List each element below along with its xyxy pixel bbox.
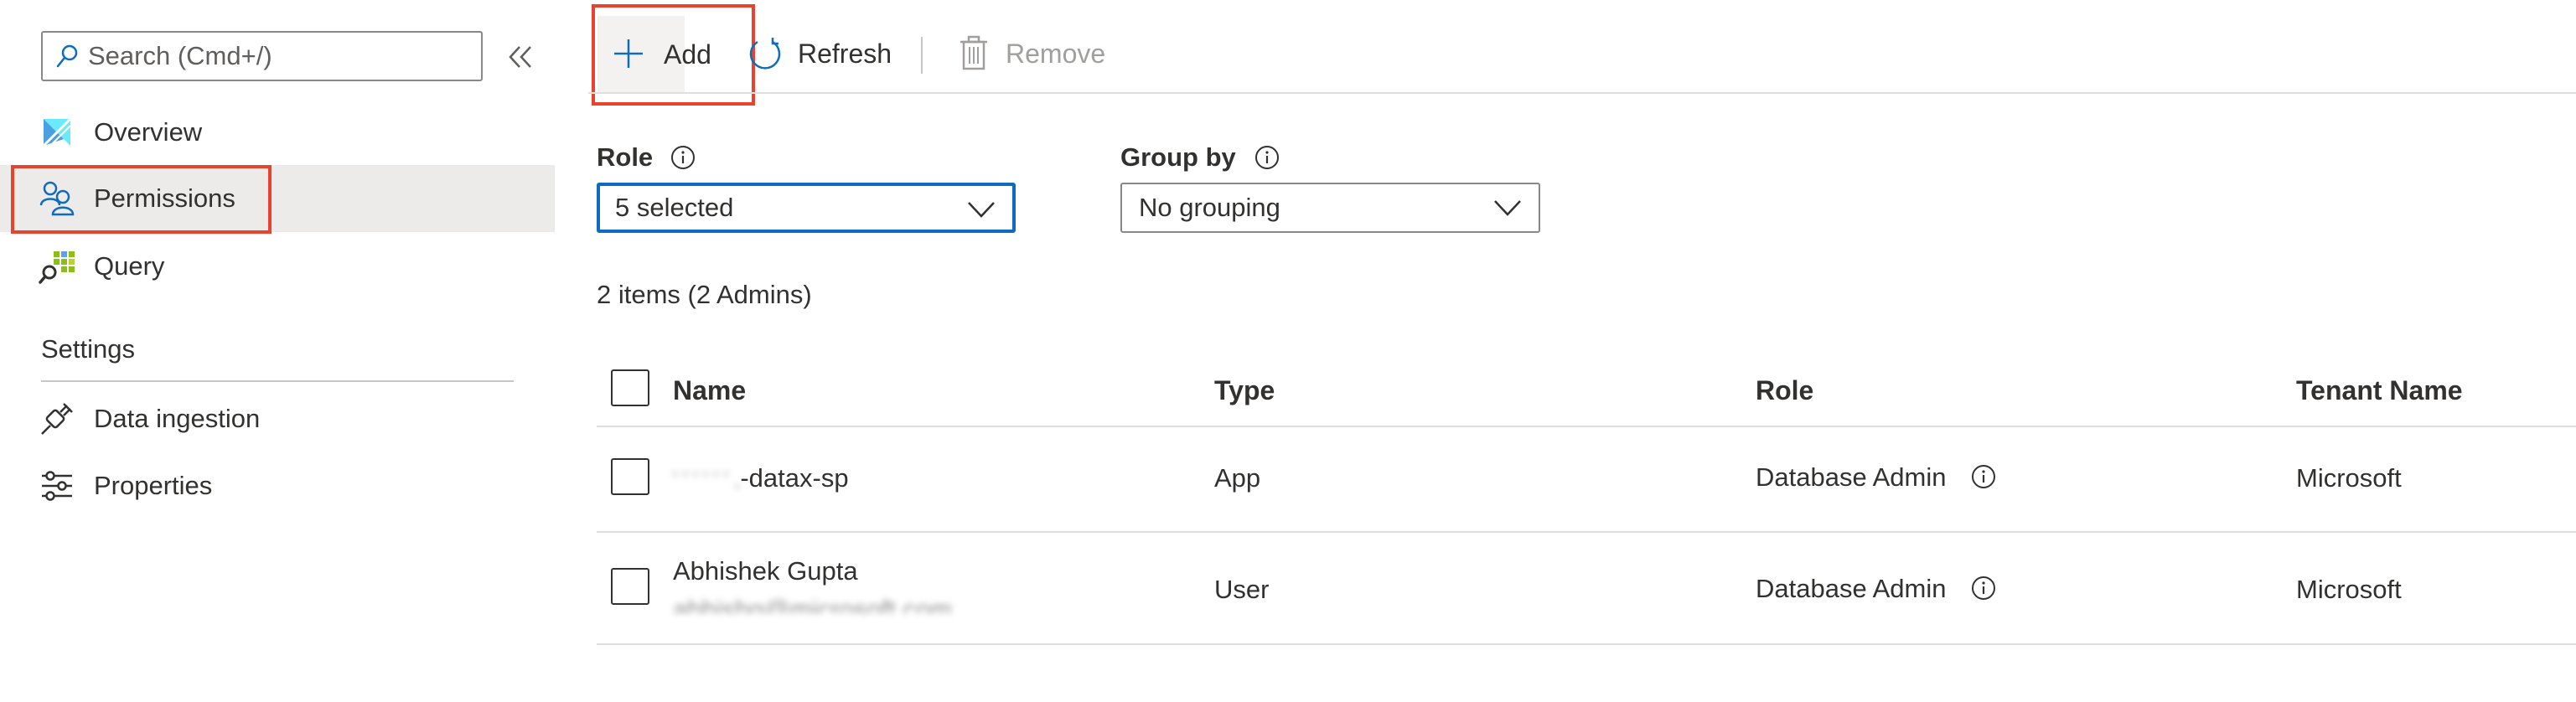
refresh-icon	[749, 38, 781, 70]
redacted-text: ' ' ' ' ' ' ,	[673, 467, 741, 492]
row-checkbox[interactable]	[611, 568, 649, 605]
remove-button[interactable]: Remove	[954, 30, 1121, 80]
search-placeholder: Search (Cmd+/)	[88, 41, 272, 70]
group-by-dropdown[interactable]: No grouping	[1120, 183, 1540, 233]
data-ingestion-icon	[41, 403, 73, 435]
chevron-down-icon	[968, 202, 995, 218]
overview-icon	[42, 117, 72, 147]
remove-label: Remove	[1006, 39, 1106, 69]
row-tenant: Microsoft	[2296, 463, 2402, 493]
trash-icon	[960, 35, 987, 70]
row-name-value: Abhishek Gupta	[673, 556, 858, 586]
role-dropdown-value: 5 selected	[615, 193, 734, 222]
row-divider	[597, 643, 2576, 645]
sidebar-item-label: Query	[94, 251, 165, 281]
group-by-dropdown-value: No grouping	[1139, 193, 1280, 222]
add-highlight	[592, 4, 755, 106]
refresh-label: Refresh	[798, 39, 892, 69]
info-icon[interactable]	[1971, 464, 1996, 489]
sidebar-item-properties[interactable]: Properties	[0, 452, 555, 519]
row-name: ' ' ' ' ' ' , -datax-sp	[673, 463, 849, 493]
info-icon[interactable]	[1971, 576, 1996, 601]
toolbar-divider	[588, 92, 2576, 94]
settings-divider	[41, 380, 514, 382]
row-role: Database Admin	[1756, 574, 1947, 603]
row-type: User	[1214, 575, 1270, 604]
column-header-tenant[interactable]: Tenant Name	[2296, 375, 2463, 406]
role-filter-label: Role	[597, 142, 654, 172]
sidebar-item-label: Data ingestion	[94, 404, 261, 433]
settings-section-header: Settings	[41, 334, 136, 364]
sidebar-item-data-ingestion[interactable]: Data ingestion	[0, 385, 555, 452]
info-icon[interactable]	[1254, 145, 1280, 170]
chevron-down-icon	[1494, 200, 1521, 216]
sidebar-item-overview[interactable]: Overview	[0, 99, 555, 166]
table-row[interactable]: ' ' ' ' ' ' , -datax-sp App Database Adm…	[597, 427, 2576, 531]
column-header-role[interactable]: Role	[1756, 375, 1813, 406]
collapse-sidebar-button[interactable]	[504, 40, 536, 74]
query-icon	[39, 251, 75, 284]
column-header-name[interactable]: Name	[673, 375, 746, 406]
row-tenant: Microsoft	[2296, 575, 2402, 604]
sidebar-item-label: Properties	[94, 471, 213, 500]
column-header-type[interactable]: Type	[1214, 375, 1275, 406]
permissions-highlight	[11, 165, 272, 234]
row-checkbox[interactable]	[611, 458, 649, 495]
row-role: Database Admin	[1756, 462, 1947, 492]
row-type: App	[1214, 463, 1261, 493]
row-name-secondary: abhishg@microsoft.com	[673, 595, 952, 613]
search-input[interactable]: Search (Cmd+/)	[41, 31, 483, 81]
table-row[interactable]: Abhishek Gupta abhishg@microsoft.com Use…	[597, 533, 2576, 643]
info-icon[interactable]	[670, 145, 696, 170]
properties-icon	[42, 471, 72, 501]
sidebar-item-label: Overview	[94, 117, 203, 147]
row-name-value: -datax-sp	[740, 463, 849, 493]
item-count: 2 items (2 Admins)	[597, 280, 812, 309]
search-icon	[56, 44, 78, 68]
double-chevron-left-icon	[509, 46, 531, 68]
group-by-label: Group by	[1120, 142, 1236, 172]
refresh-button[interactable]: Refresh	[742, 30, 910, 80]
role-dropdown[interactable]: 5 selected	[597, 183, 1016, 233]
sidebar-item-query[interactable]: Query	[0, 233, 555, 300]
select-all-checkbox[interactable]	[611, 369, 649, 406]
toolbar-separator	[921, 37, 923, 74]
